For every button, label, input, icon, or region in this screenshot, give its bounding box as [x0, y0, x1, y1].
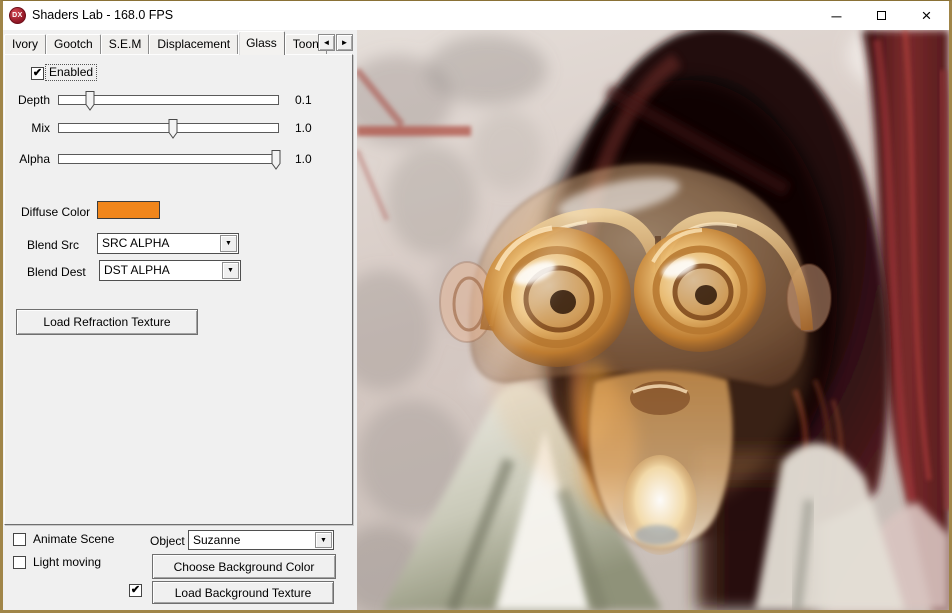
depth-value: 0.1	[295, 93, 312, 107]
app-logo-icon: DX	[9, 7, 26, 24]
animate-scene-checkbox[interactable]	[13, 533, 26, 546]
right-eye	[634, 228, 766, 352]
enabled-label: Enabled	[46, 65, 96, 80]
diffuse-color-label: Diffuse Color	[21, 205, 90, 219]
window-title: Shaders Lab - 168.0 FPS	[32, 1, 173, 30]
load-background-texture-button[interactable]: Load Background Texture	[152, 581, 334, 604]
object-value: Suzanne	[193, 533, 240, 547]
alpha-slider-row: Alpha 1.0	[5, 149, 352, 171]
close-button[interactable]: ×	[904, 1, 949, 30]
maximize-icon	[877, 11, 886, 20]
object-dropdown-arrow-icon[interactable]: ▼	[315, 532, 332, 548]
mix-value: 1.0	[295, 121, 312, 135]
app-window: DX Shaders Lab - 168.0 FPS ─ × Ivory Goo…	[0, 0, 952, 613]
check-icon: ✔	[131, 584, 140, 596]
glass-tab-page: ✔ Enabled Depth 0.1 Mix	[4, 54, 353, 525]
choose-background-color-label: Choose Background Color	[174, 560, 315, 574]
tab-scroll-left-button[interactable]: ◄	[318, 34, 335, 51]
load-refraction-texture-label: Load Refraction Texture	[43, 315, 170, 329]
mix-label: Mix	[5, 121, 50, 135]
tab-ivory[interactable]: Ivory	[4, 34, 46, 54]
tab-scroll-right-button[interactable]: ►	[336, 34, 353, 51]
blend-src-value: SRC ALPHA	[102, 236, 169, 250]
enabled-checkbox[interactable]: ✔	[31, 67, 44, 80]
maximize-button[interactable]	[859, 1, 904, 30]
depth-slider-row: Depth 0.1	[5, 90, 352, 112]
tab-scroll-left-icon: ◄	[323, 38, 331, 47]
mix-slider-row: Mix 1.0	[5, 118, 352, 140]
alpha-slider-thumb[interactable]	[270, 150, 281, 170]
load-background-texture-checkbox[interactable]: ✔	[129, 584, 142, 597]
tab-strip: Ivory Gootch S.E.M Displacement Glass To…	[4, 31, 327, 54]
blend-dest-value: DST ALPHA	[104, 263, 170, 277]
alpha-label: Alpha	[5, 152, 50, 166]
blend-src-label: Blend Src	[27, 238, 79, 252]
minimize-button[interactable]: ─	[814, 1, 859, 30]
tab-displacement[interactable]: Displacement	[149, 34, 238, 54]
minimize-icon: ─	[832, 8, 842, 24]
load-background-texture-label: Load Background Texture	[175, 586, 312, 600]
load-refraction-texture-button[interactable]: Load Refraction Texture	[16, 309, 198, 335]
tab-scroll-right-icon: ►	[341, 38, 349, 47]
title-bar[interactable]: DX Shaders Lab - 168.0 FPS ─ ×	[3, 1, 949, 30]
tab-glass[interactable]: Glass	[238, 31, 285, 55]
depth-slider-thumb[interactable]	[84, 91, 95, 111]
render-viewport[interactable]	[357, 30, 949, 610]
object-dropdown[interactable]: Suzanne ▼	[188, 530, 334, 550]
mix-slider[interactable]	[58, 123, 279, 133]
alpha-value: 1.0	[295, 152, 312, 166]
light-moving-label: Light moving	[33, 555, 101, 569]
diffuse-color-swatch[interactable]	[97, 201, 160, 219]
tab-gootch[interactable]: Gootch	[46, 34, 101, 54]
depth-slider[interactable]	[58, 95, 279, 105]
object-label: Object	[150, 534, 185, 548]
light-moving-checkbox[interactable]	[13, 556, 26, 569]
control-panel: Ivory Gootch S.E.M Displacement Glass To…	[3, 30, 357, 610]
animate-scene-label: Animate Scene	[33, 532, 114, 546]
check-icon: ✔	[33, 67, 42, 79]
blend-src-dropdown[interactable]: SRC ALPHA ▼	[97, 233, 239, 254]
blend-dest-dropdown[interactable]: DST ALPHA ▼	[99, 260, 241, 281]
blend-src-dropdown-arrow-icon[interactable]: ▼	[220, 235, 237, 252]
render-scene	[357, 30, 949, 610]
choose-background-color-button[interactable]: Choose Background Color	[152, 554, 336, 579]
alpha-slider[interactable]	[58, 154, 279, 164]
close-icon: ×	[922, 6, 932, 26]
tab-sem[interactable]: S.E.M	[101, 34, 150, 54]
mix-slider-thumb[interactable]	[167, 119, 178, 139]
blend-dest-label: Blend Dest	[27, 265, 86, 279]
depth-label: Depth	[5, 93, 50, 107]
blend-dest-dropdown-arrow-icon[interactable]: ▼	[222, 262, 239, 279]
